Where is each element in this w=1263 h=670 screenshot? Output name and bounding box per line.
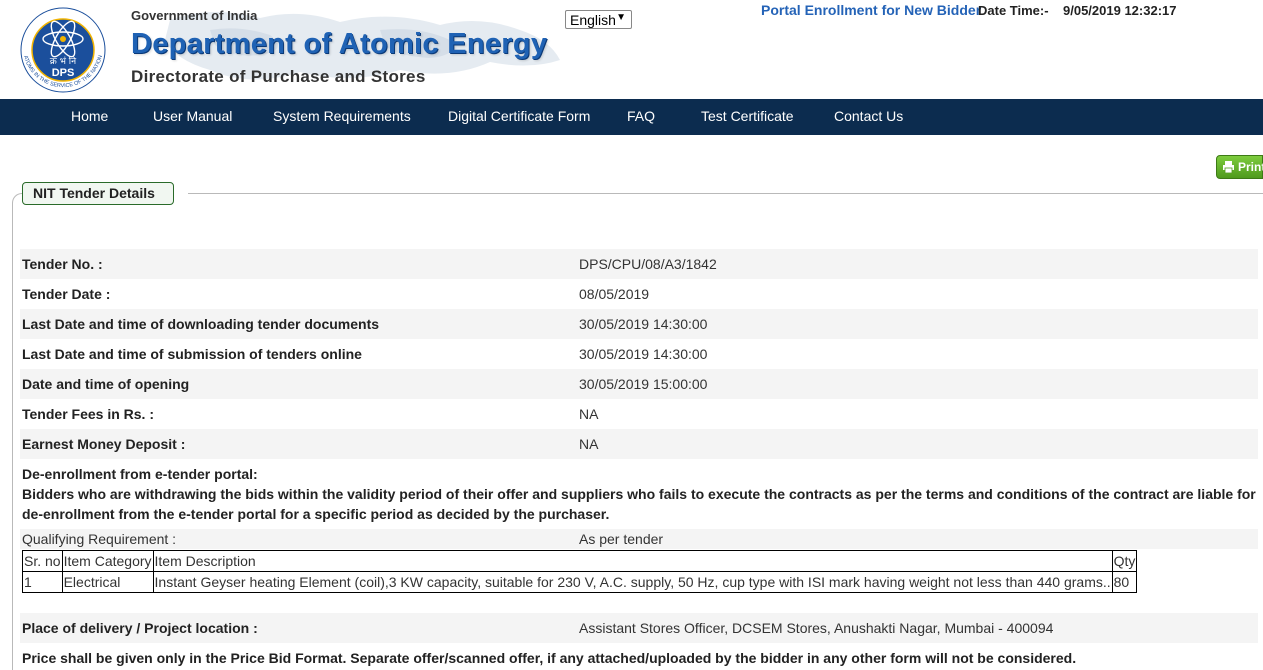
- nav-digital-certificate-form[interactable]: Digital Certificate Form: [448, 99, 590, 135]
- detail-row-download-date: Last Date and time of downloading tender…: [20, 309, 1258, 339]
- cell-item-category: Electrical: [61, 571, 154, 593]
- delivery-value: Assistant Stores Officer, DCSEM Stores, …: [579, 620, 1054, 636]
- cell-item-description: Instant Geyser heating Element (coil),3 …: [152, 571, 1113, 593]
- detail-row-tender-no: Tender No. : DPS/CPU/08/A3/1842: [20, 249, 1258, 279]
- logo-dps-text: DPS: [52, 67, 75, 79]
- detail-row-submission-date: Last Date and time of submission of tend…: [20, 339, 1258, 369]
- language-select[interactable]: English ▼: [565, 10, 632, 29]
- detail-label: Date and time of opening: [22, 376, 190, 392]
- department-title: Department of Atomic Energy: [131, 28, 548, 60]
- col-header-qty: Qty: [1111, 550, 1138, 572]
- detail-value: NA: [579, 436, 599, 452]
- section-title: NIT Tender Details: [22, 182, 174, 205]
- detail-value: 30/05/2019 14:30:00: [579, 346, 708, 362]
- detail-row-tender-fees: Tender Fees in Rs. : NA: [20, 399, 1258, 429]
- date-time-value: 9/05/2019 12:32:17: [1063, 3, 1177, 18]
- cell-qty: 80: [1111, 571, 1138, 593]
- nav-user-manual[interactable]: User Manual: [153, 99, 232, 135]
- detail-label: Tender Fees in Rs. :: [22, 406, 154, 422]
- delivery-row: Place of delivery / Project location : A…: [20, 613, 1258, 643]
- col-header-item-description: Item Description: [152, 550, 1113, 572]
- detail-label: Last Date and time of submission of tend…: [22, 346, 362, 362]
- language-select-value: English: [570, 12, 616, 28]
- nav-system-requirements[interactable]: System Requirements: [273, 99, 411, 135]
- site-header: क्र भं नि DPS ATOMS IN THE SERVICE OF TH…: [0, 0, 1263, 99]
- detail-label: Earnest Money Deposit :: [22, 436, 186, 452]
- price-bid-note: Price shall be given only in the Price B…: [22, 650, 1077, 666]
- qualifying-value: As per tender: [579, 531, 664, 547]
- deenroll-heading: De-enrollment from e-tender portal:: [22, 466, 258, 482]
- detail-value: 08/05/2019: [579, 286, 650, 302]
- detail-value: 30/05/2019 15:00:00: [579, 376, 708, 392]
- dropdown-arrow-icon: ▼: [616, 12, 626, 23]
- detail-label: Tender No. :: [22, 256, 103, 272]
- portal-enrollment-link[interactable]: Portal Enrollment for New Bidder: [761, 2, 981, 18]
- detail-value: DPS/CPU/08/A3/1842: [579, 256, 717, 272]
- nav-home[interactable]: Home: [71, 99, 108, 135]
- deenroll-text-line-1: Bidders who are withdrawing the bids wit…: [22, 486, 1256, 502]
- delivery-label: Place of delivery / Project location :: [22, 620, 258, 636]
- detail-label: Tender Date :: [22, 286, 111, 302]
- detail-value: NA: [579, 406, 599, 422]
- col-header-sr-no: Sr. no: [22, 550, 63, 572]
- table-row: 1 Electrical Instant Geyser heating Elem…: [22, 571, 1138, 593]
- items-table: Sr. no Item Category Item Description Qt…: [22, 550, 1138, 593]
- government-label: Government of India: [131, 8, 258, 23]
- print-label: Print: [1238, 160, 1263, 174]
- main-nav: Home User Manual System Requirements Dig…: [0, 99, 1263, 135]
- cell-sr-no: 1: [22, 571, 63, 593]
- logo-hindi-text: क्र भं नि: [50, 55, 77, 67]
- detail-label: Last Date and time of downloading tender…: [22, 316, 380, 332]
- qualifying-label: Qualifying Requirement :: [22, 531, 177, 547]
- qualifying-row: Qualifying Requirement : As per tender: [20, 529, 1258, 549]
- detail-row-emd: Earnest Money Deposit : NA: [20, 429, 1258, 459]
- detail-value: 30/05/2019 14:30:00: [579, 316, 708, 332]
- detail-row-opening-date: Date and time of opening 30/05/2019 15:0…: [20, 369, 1258, 399]
- directorate-subtitle: Directorate of Purchase and Stores: [131, 67, 426, 86]
- nav-contact-us[interactable]: Contact Us: [834, 99, 903, 135]
- print-button[interactable]: Print: [1216, 155, 1263, 179]
- col-header-item-category: Item Category: [61, 550, 154, 572]
- nav-test-certificate[interactable]: Test Certificate: [701, 99, 794, 135]
- table-header-row: Sr. no Item Category Item Description Qt…: [22, 550, 1138, 572]
- printer-icon: [1223, 161, 1234, 173]
- nav-faq[interactable]: FAQ: [627, 99, 655, 135]
- date-time-label: Date Time:-: [978, 3, 1049, 18]
- detail-row-tender-date: Tender Date : 08/05/2019: [20, 279, 1258, 309]
- deenroll-text-line-2: de-enrollment from the e-tender portal f…: [22, 506, 610, 522]
- dps-logo: क्र भं नि DPS ATOMS IN THE SERVICE OF TH…: [20, 7, 106, 93]
